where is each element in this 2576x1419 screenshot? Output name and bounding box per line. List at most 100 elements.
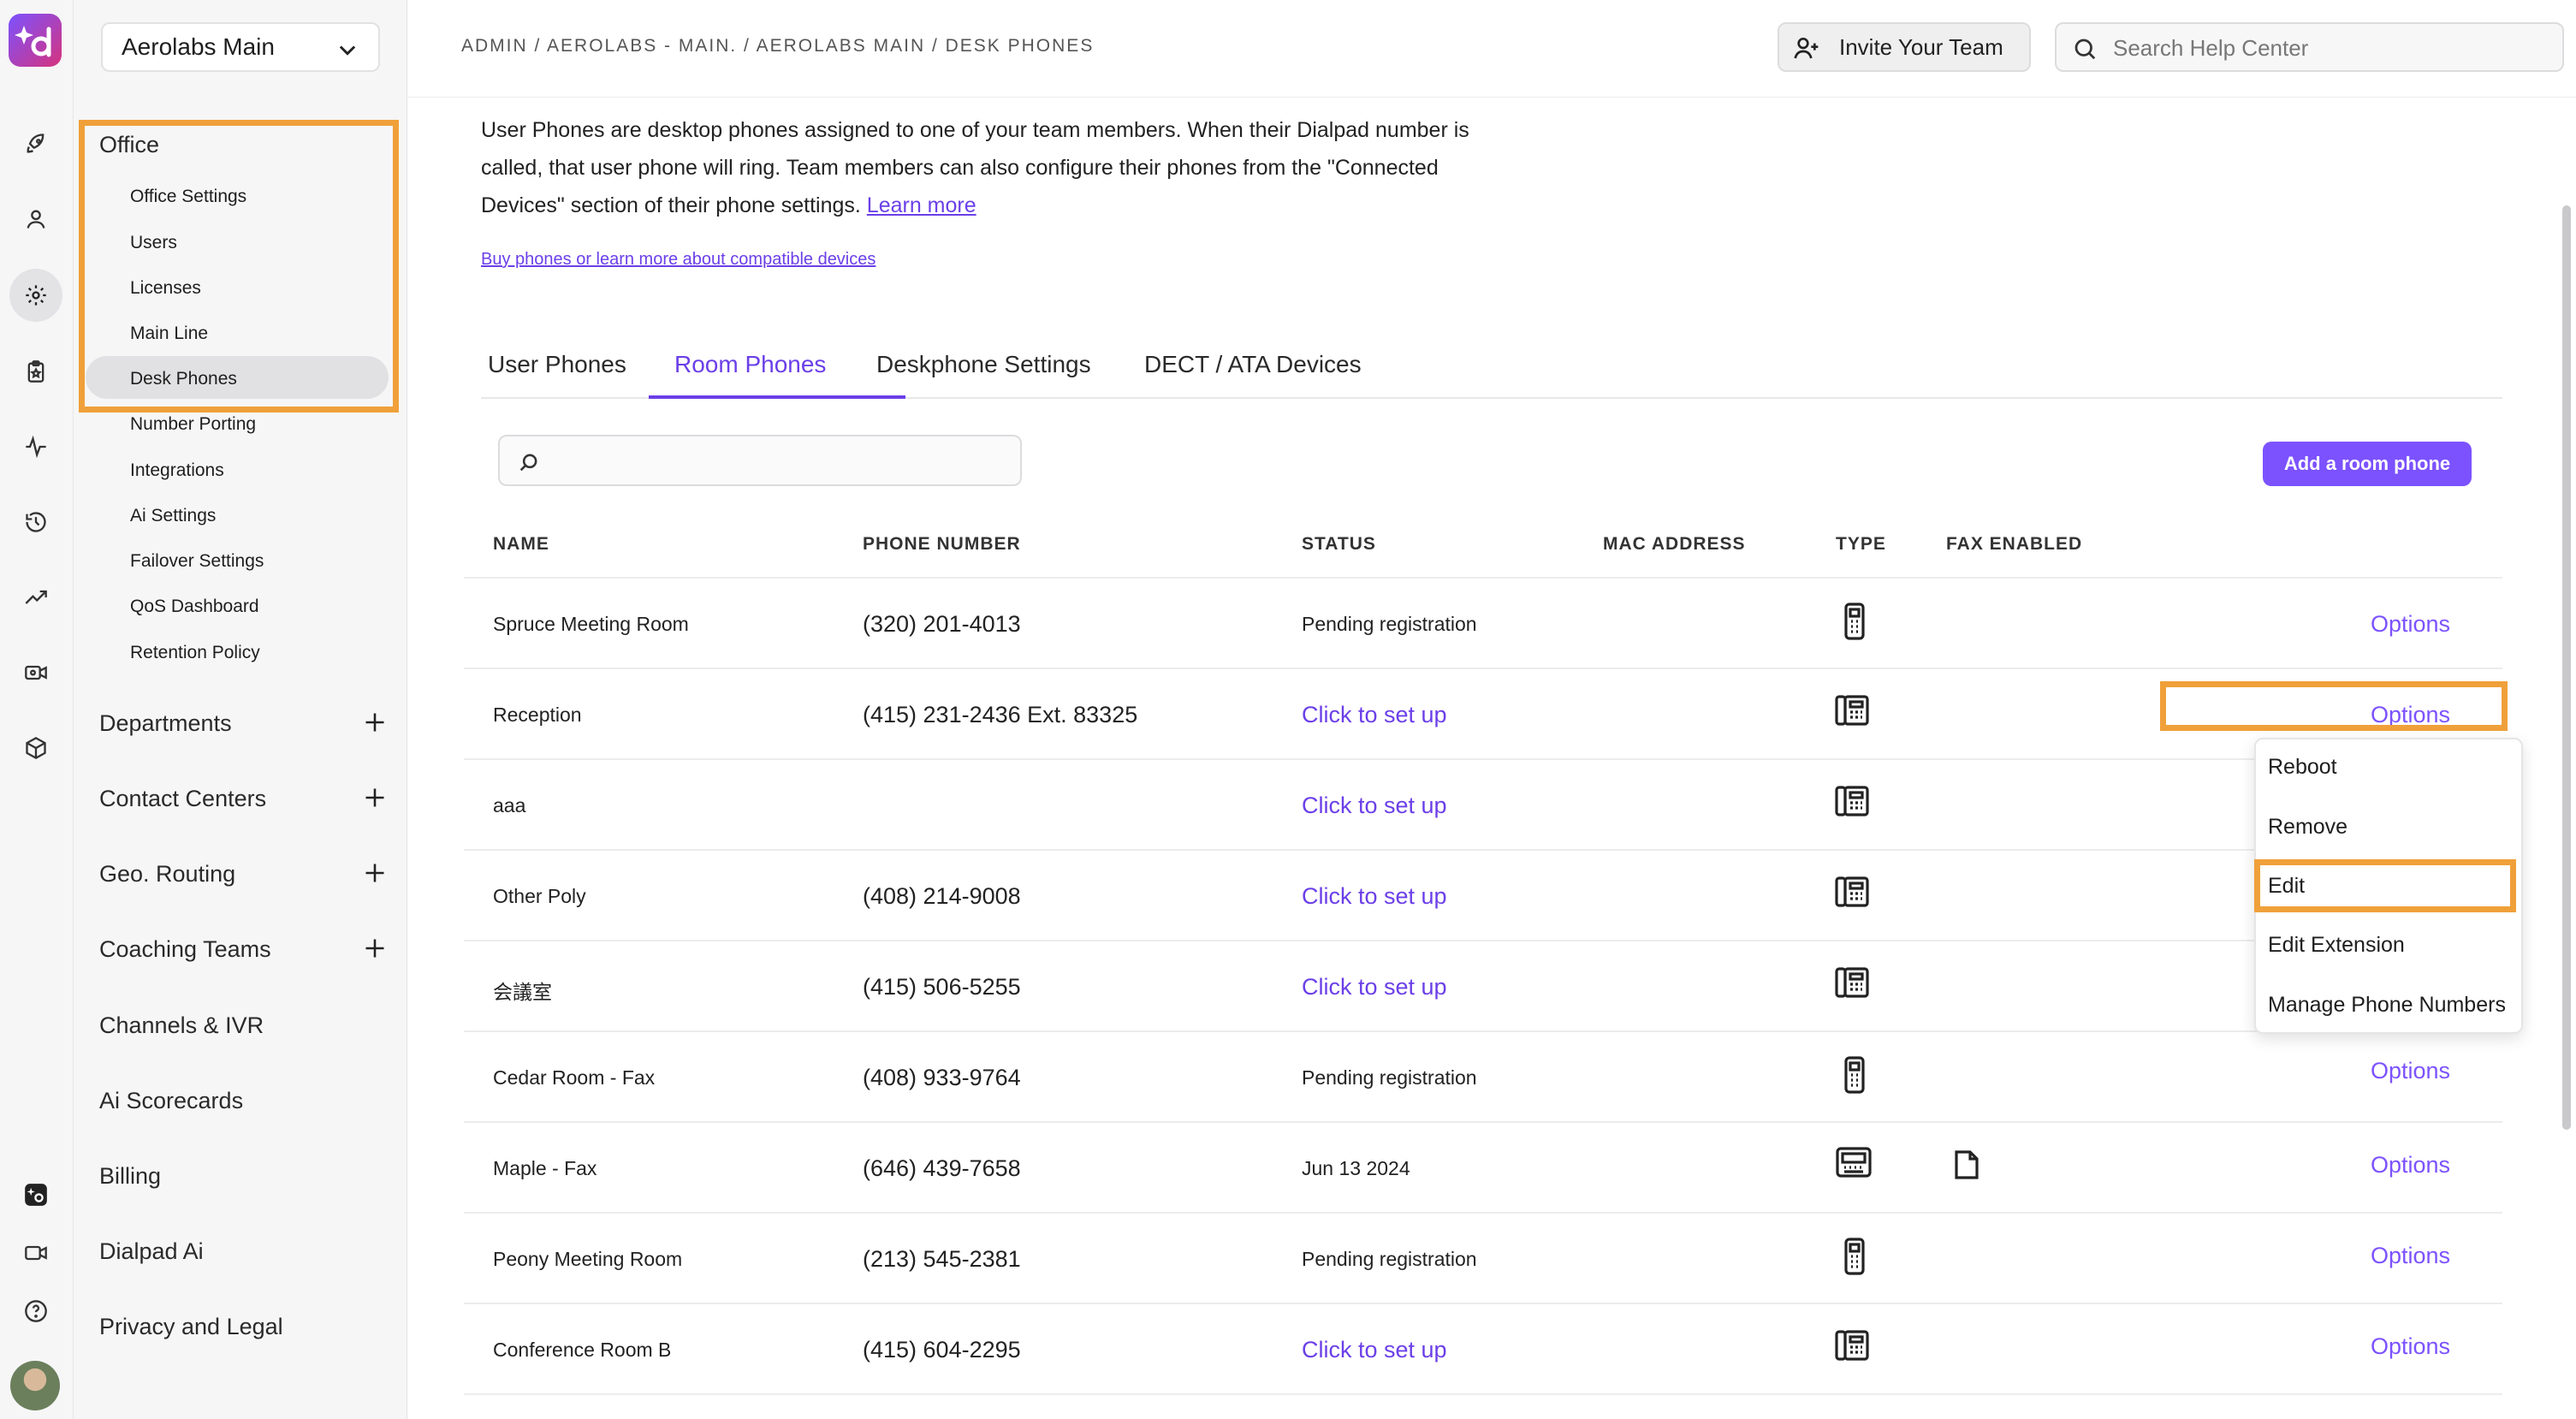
row-name: Conference Room B <box>493 1339 672 1361</box>
table-row[interactable]: Maple - Fax (646) 439-7658 Jun 13 2024 O… <box>464 1121 2502 1212</box>
menu-item-manage-phone-numbers[interactable]: Manage Phone Numbers <box>2268 993 2506 1018</box>
clipboard-star-icon[interactable] <box>15 351 56 392</box>
nav-retention-policy[interactable]: Retention Policy <box>130 643 260 663</box>
dialpad-logo-icon[interactable] <box>9 14 62 67</box>
nav-ai-scorecards[interactable]: Ai Scorecards <box>99 1088 243 1114</box>
icon-rail <box>0 0 74 1419</box>
deskphone-icon <box>1835 786 1869 816</box>
click-to-set-up-link[interactable]: Click to set up <box>1302 883 1447 910</box>
row-phone: (408) 214-9008 <box>863 883 1021 909</box>
row-phone: (646) 439-7658 <box>863 1155 1021 1181</box>
plus-icon[interactable] <box>363 936 387 960</box>
row-status: Jun 13 2024 <box>1302 1157 1410 1179</box>
trending-up-icon[interactable] <box>15 577 56 618</box>
options-button[interactable]: Options <box>2371 1152 2450 1179</box>
deskphone-icon <box>1835 1330 1869 1361</box>
column-header-status[interactable]: STATUS <box>1302 534 1376 555</box>
column-header-type[interactable]: TYPE <box>1836 534 1886 555</box>
table-row[interactable]: Spruce Meeting Room (320) 201-4013 Pendi… <box>464 577 2502 668</box>
learn-more-link[interactable]: Learn more <box>867 193 976 217</box>
tab-dect-ata-devices[interactable]: DECT / ATA Devices <box>1144 351 1362 378</box>
nav-users[interactable]: Users <box>130 233 177 253</box>
plus-icon[interactable] <box>363 786 387 810</box>
column-header-fax[interactable]: FAX ENABLED <box>1946 534 2082 555</box>
nav-ai-settings[interactable]: Ai Settings <box>130 506 216 526</box>
table-row[interactable]: Cedar Room - Fax (408) 933-9764 Pending … <box>464 1030 2502 1121</box>
plus-icon[interactable] <box>363 861 387 885</box>
nav-dialpad-ai[interactable]: Dialpad Ai <box>99 1238 204 1265</box>
row-name: Peony Meeting Room <box>493 1248 683 1270</box>
nav-billing[interactable]: Billing <box>99 1163 161 1190</box>
avatar[interactable] <box>10 1361 60 1410</box>
nav-number-porting[interactable]: Number Porting <box>130 414 256 435</box>
nav-licenses[interactable]: Licenses <box>130 278 201 299</box>
video-analytics-icon[interactable] <box>15 652 56 693</box>
column-header-mac[interactable]: MAC ADDRESS <box>1603 534 1746 555</box>
invite-team-label: Invite Your Team <box>1839 33 2003 60</box>
click-to-set-up-link[interactable]: Click to set up <box>1302 702 1447 728</box>
nav-coaching-teams[interactable]: Coaching Teams <box>99 936 271 963</box>
table-row[interactable]: aaa Click to set up <box>464 758 2502 849</box>
table-row[interactable]: Peony Meeting Room (213) 545-2381 Pendin… <box>464 1212 2502 1303</box>
help-icon[interactable] <box>15 1291 56 1332</box>
history-icon[interactable] <box>15 502 56 543</box>
row-name: Reception <box>493 704 582 726</box>
table-row[interactable] <box>464 1393 2502 1419</box>
nav-geo-routing[interactable]: Geo. Routing <box>99 861 235 888</box>
cube-icon[interactable] <box>15 727 56 769</box>
add-room-phone-button[interactable]: Add a room phone <box>2263 442 2472 486</box>
filter-input[interactable] <box>551 445 996 478</box>
dialpad-app-icon[interactable] <box>15 1174 56 1215</box>
nav-main-line[interactable]: Main Line <box>130 324 208 344</box>
nav-qos-dashboard[interactable]: QoS Dashboard <box>130 597 259 617</box>
nav-failover-settings[interactable]: Failover Settings <box>130 551 264 572</box>
tab-deskphone-settings[interactable]: Deskphone Settings <box>876 351 1091 378</box>
column-header-name[interactable]: NAME <box>493 534 549 555</box>
row-phone: (320) 201-4013 <box>863 611 1021 637</box>
description-text: User Phones are desktop phones assigned … <box>481 111 1491 224</box>
nav-integrations[interactable]: Integrations <box>130 460 224 481</box>
click-to-set-up-link[interactable]: Click to set up <box>1302 793 1447 819</box>
row-status: Pending registration <box>1302 613 1477 635</box>
buy-phones-link[interactable]: Buy phones or learn more about compatibl… <box>481 250 875 270</box>
header: ADMIN / AEROLABS - MAIN. / AEROLABS MAIN… <box>408 0 2576 98</box>
table-row[interactable]: Conference Room B (415) 604-2295 Click t… <box>464 1303 2502 1393</box>
org-selector[interactable]: Aerolabs Main <box>101 22 380 72</box>
video-camera-icon[interactable] <box>15 1232 56 1274</box>
nav-departments[interactable]: Departments <box>99 710 232 737</box>
activity-icon[interactable] <box>15 426 56 467</box>
menu-item-reboot[interactable]: Reboot <box>2268 755 2337 780</box>
nav-office-settings[interactable]: Office Settings <box>130 187 246 207</box>
menu-item-edit[interactable]: Edit <box>2268 874 2305 899</box>
row-status: Pending registration <box>1302 1066 1477 1089</box>
menu-item-edit-extension[interactable]: Edit Extension <box>2268 933 2405 958</box>
table-row[interactable]: Other Poly (408) 214-9008 Click to set u… <box>464 849 2502 940</box>
options-button[interactable]: Options <box>2371 1058 2450 1084</box>
options-button[interactable]: Options <box>2371 1243 2450 1269</box>
options-button[interactable]: Options <box>2371 1333 2450 1360</box>
scrollbar[interactable] <box>2562 205 2571 1130</box>
help-search-input[interactable] <box>2113 33 2541 63</box>
click-to-set-up-link[interactable]: Click to set up <box>1302 974 1447 1000</box>
plus-icon[interactable] <box>363 710 387 734</box>
options-button[interactable]: Options <box>2371 702 2450 728</box>
handset-icon <box>1844 1056 1865 1094</box>
table-row[interactable]: 会議室 (415) 506-5255 Click to set up <box>464 940 2502 1030</box>
nav-channels-ivr[interactable]: Channels & IVR <box>99 1012 264 1039</box>
tab-user-phones[interactable]: User Phones <box>488 351 626 378</box>
user-icon[interactable] <box>15 199 56 240</box>
nav-office[interactable]: Office <box>99 132 159 158</box>
tab-room-phones[interactable]: Room Phones <box>674 351 826 378</box>
click-to-set-up-link[interactable]: Click to set up <box>1302 1337 1447 1363</box>
row-name: Spruce Meeting Room <box>493 613 689 635</box>
menu-item-remove[interactable]: Remove <box>2268 815 2347 840</box>
column-header-phone[interactable]: PHONE NUMBER <box>863 534 1021 555</box>
gear-icon[interactable] <box>9 269 62 322</box>
nav-privacy-legal[interactable]: Privacy and Legal <box>99 1314 283 1340</box>
nav-desk-phones[interactable]: Desk Phones <box>130 369 237 389</box>
nav-contact-centers[interactable]: Contact Centers <box>99 786 266 812</box>
invite-team-button[interactable]: Invite Your Team <box>1778 22 2031 72</box>
rocket-icon[interactable] <box>15 123 56 164</box>
options-button[interactable]: Options <box>2371 611 2450 638</box>
table-row[interactable]: Reception (415) 231-2436 Ext. 83325 Clic… <box>464 668 2502 758</box>
